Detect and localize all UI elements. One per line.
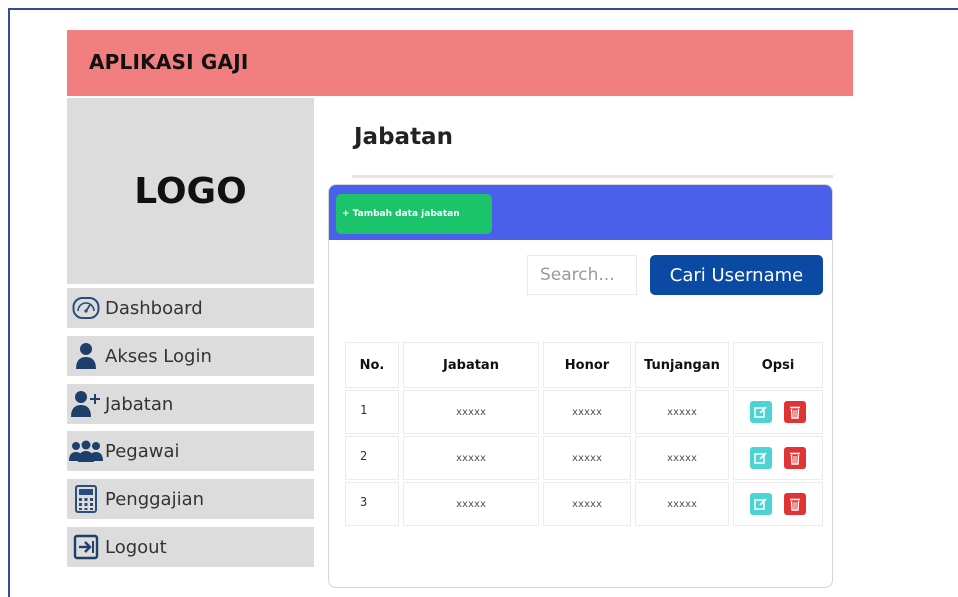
calculator-icon	[67, 479, 105, 519]
sidebar-item-label: Akses Login	[105, 345, 212, 367]
trash-icon	[790, 406, 800, 419]
sidebar-item-akses-login[interactable]: Akses Login	[67, 336, 314, 376]
user-add-icon	[67, 384, 105, 424]
edit-button[interactable]	[750, 493, 772, 515]
jabatan-card: + Tambah data jabatan Cari Username No. …	[328, 184, 833, 588]
table-cell-tunjangan: xxxxx	[635, 390, 729, 434]
sidebar-item-label: Pegawai	[105, 440, 180, 462]
table-cell-honor: xxxxx	[543, 390, 631, 434]
search-input[interactable]	[527, 255, 637, 295]
table-cell-jabatan: xxxxx	[403, 482, 539, 526]
logout-icon	[67, 527, 105, 567]
sidebar-item-label: Jabatan	[105, 393, 174, 415]
edit-button[interactable]	[750, 401, 772, 423]
search-username-button[interactable]: Cari Username	[650, 255, 823, 295]
page-title: Jabatan	[354, 124, 453, 150]
table-header-jabatan: Jabatan	[403, 342, 539, 388]
frame-border-top	[8, 8, 958, 10]
table-header-opsi: Opsi	[733, 342, 823, 388]
delete-button[interactable]	[784, 447, 806, 469]
edit-icon	[754, 406, 767, 418]
main-content: Jabatan + Tambah data jabatan Cari Usern…	[328, 98, 853, 597]
table-cell-jabatan: xxxxx	[403, 436, 539, 480]
table-cell-tunjangan: xxxxx	[635, 436, 729, 480]
title-divider	[352, 175, 833, 178]
table-cell-honor: xxxxx	[543, 482, 631, 526]
table-cell-opsi	[733, 482, 823, 526]
sidebar-item-pegawai[interactable]: Pegawai	[67, 431, 314, 471]
top-header: APLIKASI GAJI	[67, 30, 853, 96]
logo: LOGO	[67, 98, 314, 284]
edit-icon	[754, 452, 767, 464]
users-group-icon	[67, 431, 105, 471]
table-cell-no: 1	[345, 390, 399, 434]
edit-icon	[754, 498, 767, 510]
table-cell-no: 3	[345, 482, 399, 526]
card-header: + Tambah data jabatan	[329, 185, 832, 240]
table-cell-tunjangan: xxxxx	[635, 482, 729, 526]
table-cell-jabatan: xxxxx	[403, 390, 539, 434]
delete-button[interactable]	[784, 401, 806, 423]
table-header-no: No.	[345, 342, 399, 388]
add-jabatan-button[interactable]: + Tambah data jabatan	[336, 194, 492, 234]
frame-border-left	[8, 8, 10, 597]
sidebar-item-label: Logout	[105, 536, 167, 558]
edit-button[interactable]	[750, 447, 772, 469]
trash-icon	[790, 452, 800, 465]
sidebar-item-label: Dashboard	[105, 297, 203, 319]
sidebar-item-label: Penggajian	[105, 488, 205, 510]
user-icon	[67, 336, 105, 376]
trash-icon	[790, 498, 800, 511]
speedometer-icon	[67, 288, 105, 328]
table-header-tunjangan: Tunjangan	[635, 342, 729, 388]
table-cell-honor: xxxxx	[543, 436, 631, 480]
logo-text: LOGO	[134, 170, 247, 212]
app-window: APLIKASI GAJI LOGO Dashboard Akses Login	[67, 30, 853, 597]
sidebar-item-penggajian[interactable]: Penggajian	[67, 479, 314, 519]
app-title: APLIKASI GAJI	[89, 50, 249, 74]
delete-button[interactable]	[784, 493, 806, 515]
table-header-honor: Honor	[543, 342, 631, 388]
table-cell-opsi	[733, 436, 823, 480]
sidebar-item-logout[interactable]: Logout	[67, 527, 314, 567]
table-cell-opsi	[733, 390, 823, 434]
sidebar-item-jabatan[interactable]: Jabatan	[67, 384, 314, 424]
sidebar-item-dashboard[interactable]: Dashboard	[67, 288, 314, 328]
table-cell-no: 2	[345, 436, 399, 480]
